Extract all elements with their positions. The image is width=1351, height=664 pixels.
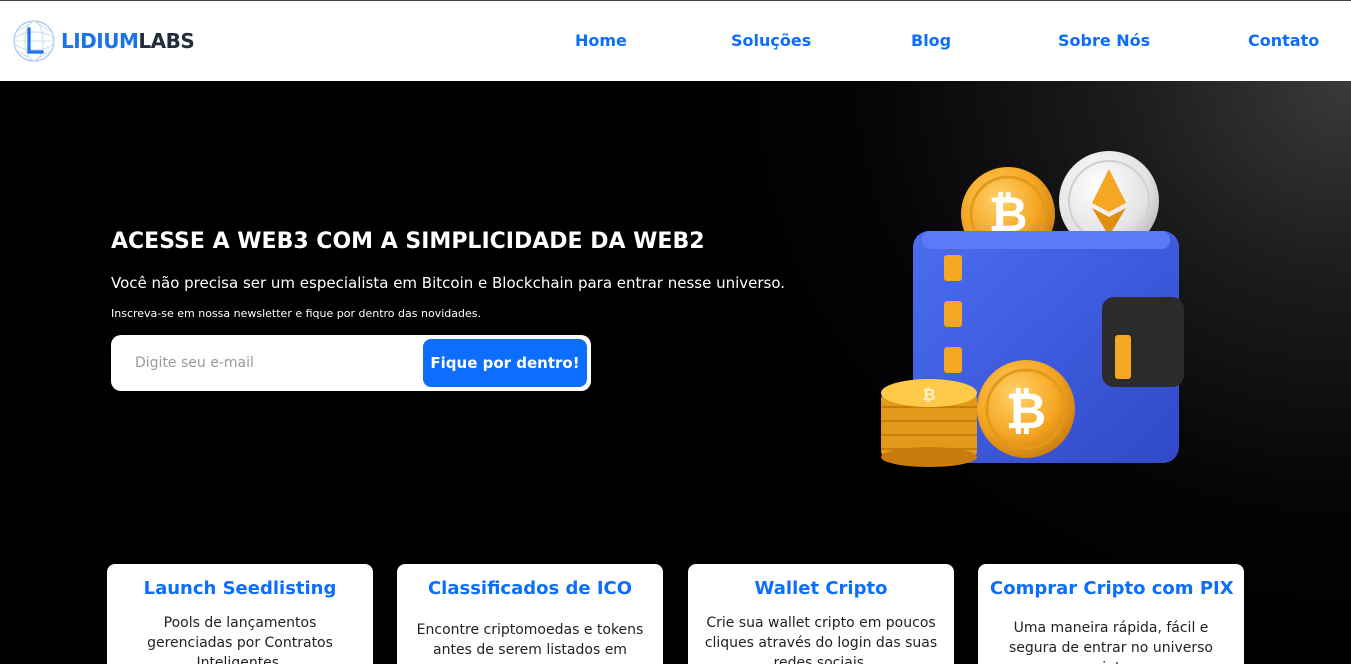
card-text: Pools de lançamentos gerenciadas por Con… [147,615,333,664]
newsletter-form: Fique por dentro! [111,335,591,391]
svg-text:₿: ₿ [922,385,935,404]
svg-text:₿: ₿ [1006,382,1047,440]
nav-link-contato[interactable]: Contato [1248,31,1319,50]
subscribe-button[interactable]: Fique por dentro! [423,339,587,387]
nav-link-sobre-nos[interactable]: Sobre Nós [1058,31,1150,50]
site-header: LIDIUMLABS Home Soluções Blog Sobre Nós … [0,1,1351,81]
card-text: Uma maneira rápida, fácil e segura de en… [1009,620,1213,664]
main-nav: Home Soluções Blog Sobre Nós Contato [0,31,1351,55]
crypto-wallet-illustration: ₿ ₿ ₿ [881,151,1184,467]
card-launch-seedlisting[interactable]: Launch Seedlisting Pools de lançamentos … [107,564,373,664]
nav-link-solucoes[interactable]: Soluções [731,31,811,50]
card-wallet-cripto[interactable]: Wallet Cripto Crie sua wallet cripto em … [688,564,954,664]
card-title: Wallet Cripto [754,578,888,599]
hero-subtitle: Você não precisa ser um especialista em … [111,274,786,292]
nav-link-blog[interactable]: Blog [911,31,951,50]
card-comprar-cripto-pix[interactable]: Comprar Cripto com PIX Uma maneira rápid… [978,564,1244,664]
card-classificados-ico[interactable]: Classificados de ICO Encontre criptomoed… [397,564,663,664]
hero-title: ACESSE A WEB3 COM A SIMPLICIDADE DA WEB2 [111,229,705,254]
bitcoin-coin-front-icon: ₿ [977,360,1075,458]
card-title: Comprar Cripto com PIX [990,578,1234,599]
card-text: Encontre criptomoedas e tokens antes de … [416,622,644,658]
newsletter-text: Inscreva-se em nossa newsletter e fique … [111,307,481,320]
card-text: Crie sua wallet cripto em poucos cliques… [704,615,938,664]
hero-section: ACESSE A WEB3 COM A SIMPLICIDADE DA WEB2… [0,81,1351,664]
nav-link-home[interactable]: Home [575,31,627,50]
email-input[interactable] [115,339,415,387]
card-title: Classificados de ICO [427,578,633,599]
card-title: Launch Seedlisting [143,578,337,599]
coin-stack-icon: ₿ [881,379,977,467]
